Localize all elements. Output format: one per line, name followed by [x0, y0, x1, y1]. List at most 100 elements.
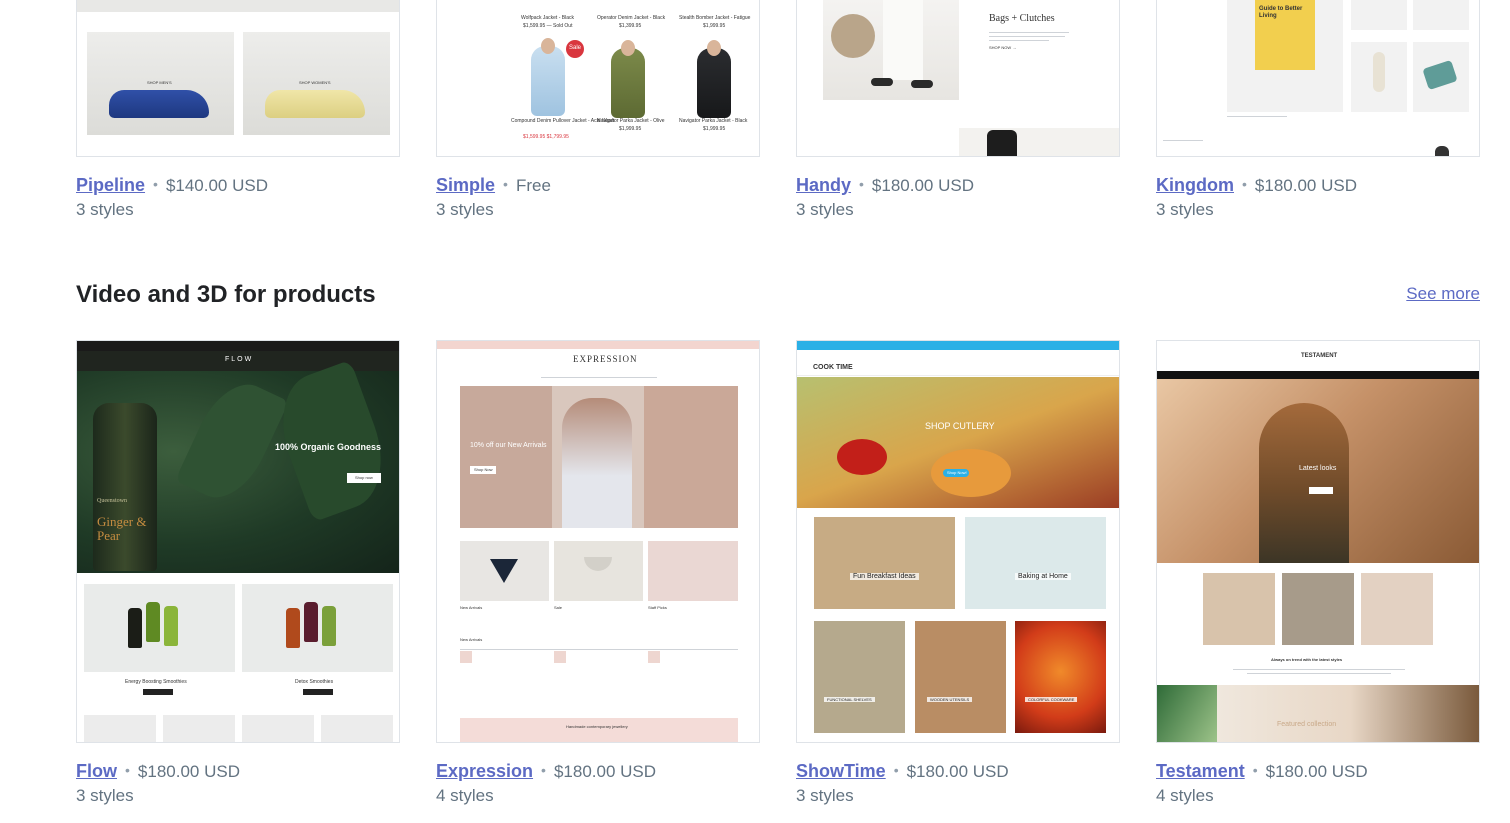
hero-banner: Latest looks	[1157, 379, 1479, 563]
product-price: $1,999.95	[703, 23, 726, 29]
theme-card-flow: FLOW 100% Organic Goodness Shop now Quee…	[76, 340, 400, 808]
product-tile	[163, 715, 235, 742]
announcement-bar	[437, 341, 759, 349]
text-line	[1227, 116, 1287, 117]
shoe-image	[911, 80, 933, 88]
preview-image-men: SHOP MEN'S	[87, 32, 234, 135]
bottle-image	[128, 608, 142, 648]
bottle-image	[286, 608, 300, 648]
collection-tile	[554, 541, 643, 601]
store-logo: COOK TIME	[813, 364, 853, 371]
product-image	[611, 48, 645, 118]
collection-label: New Arrivals	[460, 605, 483, 610]
collection-title: Bags + Clutches	[989, 13, 1055, 24]
hero-cta-label: Shop now	[355, 475, 373, 480]
theme-styles-count: 4 styles	[1156, 786, 1214, 805]
preview-image-lower	[959, 128, 1119, 156]
see-more-link[interactable]: See more	[1406, 284, 1480, 304]
bottle-image: Queenstown Ginger & Pear	[93, 403, 157, 571]
hero-heading: 10% off our New Arrivals	[470, 442, 547, 449]
collection-title: COLORFUL COOKWARE	[1025, 697, 1078, 702]
theme-thumbnail-kingdom[interactable]: Guide to Better Living	[1156, 0, 1480, 157]
theme-thumbnail-testament[interactable]: TESTAMENT Latest looks Always on trend w…	[1156, 340, 1480, 743]
theme-name-link[interactable]: Kingdom	[1156, 175, 1234, 195]
product-title: Navigator Parka Jacket - Olive	[597, 118, 665, 124]
product-title: Operator Denim Jacket - Black	[597, 15, 666, 21]
theme-grid-video-3d: FLOW 100% Organic Goodness Shop now Quee…	[76, 340, 1480, 808]
theme-styles-count: 4 styles	[436, 786, 494, 805]
product-price: $1,999.95	[619, 126, 642, 132]
theme-price: $180.00 USD	[871, 176, 974, 195]
hero-cta: Shop Now	[470, 466, 496, 474]
shoe-image	[109, 90, 209, 118]
model-image	[562, 398, 632, 528]
sale-badge-label: Sale	[569, 45, 582, 51]
store-header: COOK TIME	[797, 350, 1119, 376]
hero-cta	[1309, 487, 1333, 494]
theme-name-link[interactable]: Simple	[436, 175, 495, 195]
theme-thumbnail-expression[interactable]: EXPRESSION 10% off our New Arrivals Shop…	[436, 340, 760, 743]
bottle-image	[164, 606, 178, 646]
theme-name-link[interactable]: Handy	[796, 175, 851, 195]
leaf-shape	[265, 359, 399, 523]
theme-thumbnail-pipeline[interactable]: SHOP MEN'S SHOP WOMEN'S	[76, 0, 400, 157]
hero-cta-label: Shop Now!	[947, 470, 967, 475]
bottle-image	[1373, 52, 1385, 92]
divider	[460, 649, 738, 650]
product-tile	[242, 715, 314, 742]
product-price: $1,599.95 $1,799.95	[523, 134, 569, 140]
product-title: Navigator Parka Jacket - Black	[679, 118, 748, 124]
theme-styles-count: 3 styles	[796, 200, 854, 219]
separator: •	[1252, 762, 1258, 778]
hero-banner: SHOP CUTLERY Shop Now!	[797, 377, 1119, 508]
theme-meta: Simple • Free 3 styles	[436, 172, 760, 222]
theme-name-link[interactable]: Pipeline	[76, 175, 145, 195]
preview-image-women: SHOP WOMEN'S	[243, 32, 390, 135]
shoe-image	[871, 78, 893, 86]
text-line	[1163, 140, 1203, 141]
preview-label: SHOP MEN'S	[147, 80, 172, 85]
separator: •	[503, 176, 508, 192]
theme-meta: Handy • $180.00 USD 3 styles	[796, 172, 1120, 222]
hero-heading: SHOP CUTLERY	[925, 421, 995, 431]
nav-links	[541, 377, 657, 378]
theme-thumbnail-handy[interactable]: Bags + Clutches SHOP NOW →	[796, 0, 1120, 157]
text-line	[989, 36, 1065, 37]
separator: •	[153, 176, 158, 192]
theme-price: $180.00 USD	[1254, 176, 1357, 195]
collection-tile	[648, 541, 738, 601]
product-tile	[1413, 42, 1469, 112]
theme-meta: Testament • $180.00 USD 4 styles	[1156, 758, 1480, 808]
model-head	[621, 40, 635, 56]
separator: •	[893, 762, 899, 778]
product-thumb	[460, 651, 472, 663]
footer-banner: Handmade contemporary jewellery	[460, 718, 738, 742]
theme-name-link[interactable]: Testament	[1156, 761, 1245, 781]
theme-thumbnail-simple[interactable]: Wolfpack Jacket - Black Operator Denim J…	[436, 0, 760, 157]
theme-grid-top: SHOP MEN'S SHOP WOMEN'S Pipeline • $140.00…	[76, 0, 1480, 222]
hero-cta: Shop Now!	[943, 469, 969, 477]
bottle-label: Ginger & Pear	[97, 514, 147, 543]
book-cover: Guide to Better Living	[1255, 0, 1315, 70]
pendant-image	[490, 559, 518, 583]
theme-thumbnail-showtime[interactable]: COOK TIME SHOP CUTLERY Shop Now! Fun Bre…	[796, 340, 1120, 743]
separator: •	[859, 176, 864, 192]
product-price: $1,999.95	[703, 126, 726, 132]
product-tile	[84, 715, 156, 742]
theme-meta: Expression • $180.00 USD 4 styles	[436, 758, 760, 808]
theme-price: $180.00 USD	[1265, 762, 1368, 781]
theme-name-link[interactable]: ShowTime	[796, 761, 886, 781]
theme-styles-count: 3 styles	[1156, 200, 1214, 219]
product-image	[531, 46, 565, 116]
theme-name-link[interactable]: Flow	[76, 761, 117, 781]
bottle-image	[322, 606, 336, 646]
preview-label: SHOP WOMEN'S	[299, 80, 331, 85]
product-caption: Energy Boosting Smoothies	[125, 679, 187, 685]
theme-name-link[interactable]: Expression	[436, 761, 533, 781]
product-price: $1,599.95 — Sold Out	[523, 23, 573, 29]
theme-card-expression: EXPRESSION 10% off our New Arrivals Shop…	[436, 340, 760, 808]
theme-thumbnail-flow[interactable]: FLOW 100% Organic Goodness Shop now Quee…	[76, 340, 400, 743]
hero-panel-left	[460, 386, 552, 528]
product-button	[143, 689, 173, 695]
preview-image-model	[823, 0, 959, 100]
